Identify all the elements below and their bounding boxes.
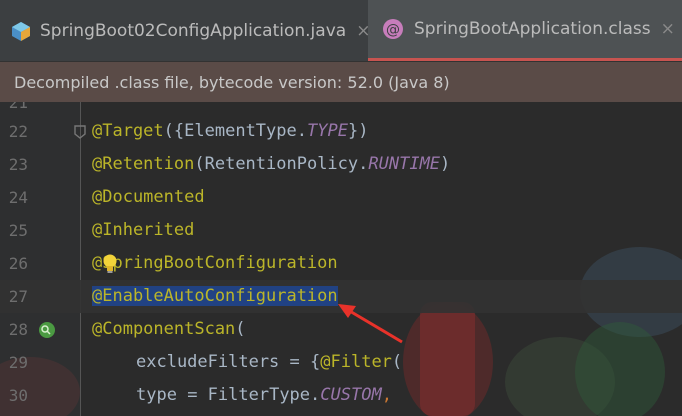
red-arrow-annotation xyxy=(338,304,403,344)
code-text: type = FilterType.CUSTOM, xyxy=(136,385,392,405)
java-class-icon xyxy=(10,20,32,42)
code-line: 26 @SpringBootConfiguration xyxy=(0,247,682,280)
code-line: 25 @Inherited xyxy=(0,214,682,247)
tab-label: SpringBoot02ConfigApplication.java xyxy=(40,20,347,41)
line-number: 26 xyxy=(8,254,28,273)
selected-text[interactable]: @EnableAutoConfiguration xyxy=(92,286,338,306)
code-text: @EnableAutoConfiguration xyxy=(92,280,338,313)
decompiled-info-banner: Decompiled .class file, bytecode version… xyxy=(0,62,682,102)
code-text: @Retention(RetentionPolicy.RUNTIME) xyxy=(92,154,451,174)
tab-springbootapplication-class[interactable]: @ SpringBootApplication.class × xyxy=(368,0,682,61)
line-number: 22 xyxy=(8,122,28,141)
close-icon[interactable]: × xyxy=(661,19,675,39)
spring-bean-icon[interactable] xyxy=(38,321,56,339)
code-line: 29 excludeFilters = {@Filter( xyxy=(0,346,682,379)
code-text: @SpringBootConfiguration xyxy=(92,253,338,273)
svg-text:@: @ xyxy=(386,22,400,38)
fold-marker-icon[interactable] xyxy=(74,125,86,139)
line-number: 29 xyxy=(8,353,28,372)
banner-text: Decompiled .class file, bytecode version… xyxy=(14,72,450,92)
code-line: 22 @Target({ElementType.TYPE}) xyxy=(0,115,682,148)
line-number: 27 xyxy=(8,287,28,306)
line-number: 30 xyxy=(8,386,28,405)
code-text: @Documented xyxy=(92,187,205,207)
editor-tab-bar: SpringBoot02ConfigApplication.java × @ S… xyxy=(0,0,682,62)
code-text: @Inherited xyxy=(92,220,195,240)
line-number: 25 xyxy=(8,221,28,240)
line-number: 23 xyxy=(8,155,28,174)
code-line: 30 type = FilterType.CUSTOM, xyxy=(0,379,682,412)
lightbulb-icon[interactable] xyxy=(102,253,118,275)
annotation-class-icon: @ xyxy=(382,18,404,40)
code-text: excludeFilters = {@Filter( xyxy=(136,352,403,372)
tab-springboot02configapplication[interactable]: SpringBoot02ConfigApplication.java × xyxy=(10,0,370,61)
line-number: 24 xyxy=(8,188,28,207)
tab-label: SpringBootApplication.class xyxy=(414,19,651,39)
line-number: 28 xyxy=(8,320,28,339)
code-text: @ComponentScan( xyxy=(92,319,246,339)
code-text: @Target({ElementType.TYPE}) xyxy=(92,121,369,141)
code-line: 24 @Documented xyxy=(0,181,682,214)
code-editor[interactable]: 21 22 @Target({ElementType.TYPE}) 23 @Re… xyxy=(0,102,682,416)
code-line: 23 @Retention(RetentionPolicy.RUNTIME) xyxy=(0,148,682,181)
